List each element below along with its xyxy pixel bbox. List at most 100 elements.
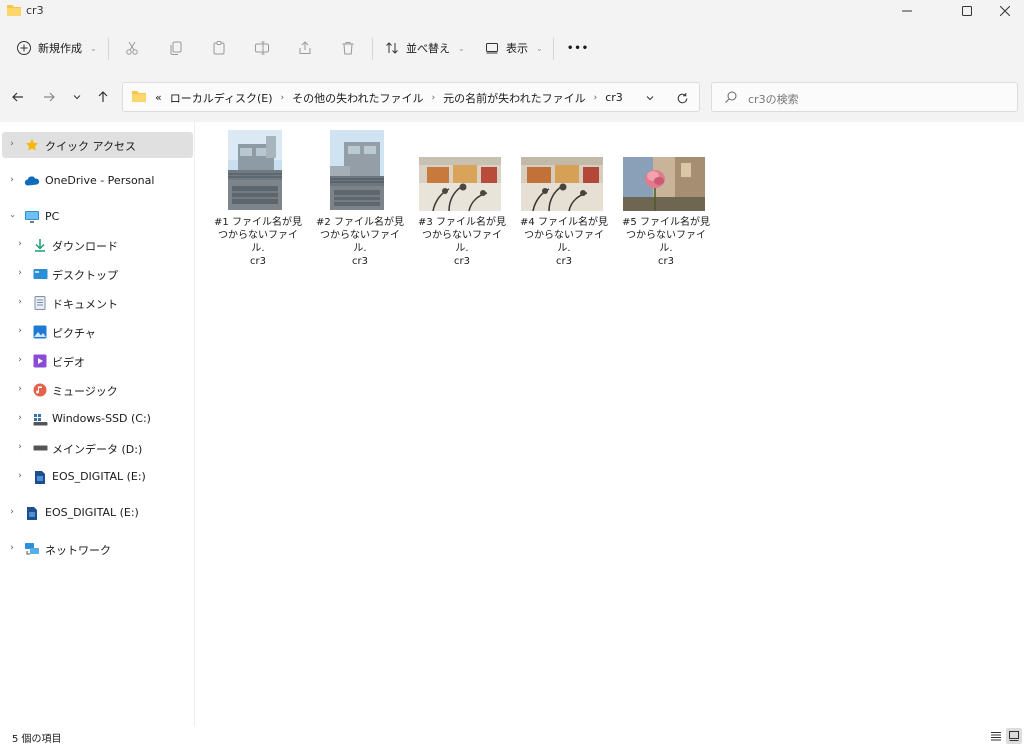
new-label: 新規作成 (38, 42, 82, 55)
item-count: 5 個の項目 (12, 734, 62, 745)
cut-button[interactable] (120, 36, 144, 60)
music-icon (32, 382, 48, 398)
arrow-left-icon (12, 92, 23, 102)
rename-button[interactable] (250, 36, 274, 60)
divider (372, 38, 373, 60)
chevron-down-icon: ⌄ (536, 43, 543, 53)
nav-eos-digital-pc[interactable]: › EOS_DIGITAL (E:) (2, 464, 193, 490)
search-box[interactable]: cr3の検索 (711, 82, 1018, 112)
chevron-right-icon[interactable]: › (14, 471, 26, 481)
thumbnail-wall (521, 157, 603, 211)
status-bar: 5 個の項目 (0, 726, 1024, 746)
more-icon: ••• (567, 42, 590, 54)
chevron-right-icon[interactable]: › (14, 268, 26, 278)
address-history-button[interactable] (641, 89, 659, 107)
nav-eos-digital[interactable]: › EOS_DIGITAL (E:) (2, 500, 193, 526)
nav-pc[interactable]: › PC (2, 204, 193, 230)
chevron-down-icon (646, 96, 654, 101)
nav-videos[interactable]: › ビデオ (2, 348, 193, 374)
list-view-icon (991, 732, 1001, 741)
file-item[interactable]: #5 ファイル名が見 つからないファイル. cr3 (620, 130, 712, 267)
download-icon (32, 237, 48, 253)
paste-button[interactable] (207, 36, 231, 60)
breadcrumb-item[interactable]: その他の失われたファイル (292, 90, 423, 106)
nav-label: OneDrive - Personal (45, 174, 155, 187)
chevron-right-icon[interactable]: › (14, 326, 26, 336)
breadcrumb-item[interactable]: 元の名前が失われたファイル (443, 90, 585, 106)
share-icon (299, 41, 311, 54)
star-icon (24, 137, 40, 153)
nav-documents[interactable]: › ドキュメント (2, 290, 193, 316)
close-button[interactable] (982, 0, 1024, 22)
breadcrumb-item[interactable]: cr3 (605, 91, 623, 104)
chevron-right-icon[interactable]: › (14, 297, 26, 307)
chevron-right-icon[interactable]: › (14, 239, 26, 249)
file-item[interactable]: #1 ファイル名が見 つからないファイル. cr3 (212, 130, 304, 267)
forward-button[interactable] (38, 86, 60, 108)
nav-network[interactable]: › ネットワーク (2, 536, 193, 562)
address-bar[interactable]: « ローカルディスク(E) › その他の失われたファイル › 元の名前が失われた… (122, 82, 700, 112)
nav-onedrive[interactable]: › OneDrive - Personal (2, 168, 193, 194)
nav-downloads[interactable]: › ダウンロード (2, 232, 193, 258)
nav-windows-ssd[interactable]: › Windows-SSD (C:) (2, 406, 193, 432)
nav-desktop[interactable]: › デスクトップ (2, 261, 193, 287)
sort-label: 並べ替え (406, 42, 450, 55)
copy-button[interactable] (164, 36, 188, 60)
breadcrumb-overflow[interactable]: « (155, 91, 162, 104)
chevron-right-icon[interactable]: › (14, 413, 26, 423)
more-button[interactable]: ••• (567, 36, 589, 60)
recent-locations-button[interactable] (66, 86, 88, 108)
delete-button[interactable] (336, 36, 360, 60)
folder-icon (131, 89, 147, 106)
chevron-right-icon[interactable]: › (281, 93, 285, 103)
nav-label: Windows-SSD (C:) (52, 412, 151, 425)
file-item[interactable]: #3 ファイル名が見 つからないファイル. cr3 (416, 130, 508, 267)
chevron-right-icon[interactable]: › (14, 384, 26, 394)
view-button[interactable]: 表示 ⌄ (484, 36, 543, 60)
file-item[interactable]: #2 ファイル名が見 つからないファイル. cr3 (314, 130, 406, 267)
file-name: #3 ファイル名が見 つからないファイル. cr3 (418, 217, 506, 267)
sort-button[interactable]: 並べ替え ⌄ (384, 36, 465, 60)
minimize-icon (902, 10, 912, 12)
thumbnail-building (228, 130, 282, 210)
nav-label: ダウンロード (52, 240, 118, 253)
nav-drive-d[interactable]: › メインデータ (D:) (2, 435, 193, 461)
new-button[interactable]: 新規作成 ⌄ (16, 36, 97, 60)
chevron-right-icon[interactable]: › (432, 93, 436, 103)
refresh-button[interactable] (673, 89, 691, 107)
copy-icon (170, 41, 182, 55)
large-icons-view-button[interactable] (1006, 728, 1022, 744)
nav-label: EOS_DIGITAL (E:) (52, 470, 146, 483)
chevron-right-icon[interactable]: › (6, 507, 18, 517)
file-item[interactable]: #4 ファイル名が見 つからないファイル. cr3 (518, 130, 610, 267)
drive-icon (32, 440, 48, 456)
file-name: #1 ファイル名が見 つからないファイル. cr3 (214, 217, 302, 267)
nav-label: PC (45, 210, 60, 223)
search-placeholder: cr3の検索 (748, 93, 799, 106)
breadcrumb-item[interactable]: ローカルディスク(E) (170, 90, 273, 106)
file-name: #5 ファイル名が見 つからないファイル. cr3 (622, 217, 710, 267)
minimize-button[interactable] (884, 0, 930, 22)
chevron-right-icon[interactable]: › (6, 175, 18, 185)
nav-label: メインデータ (D:) (52, 443, 143, 456)
chevron-down-icon[interactable]: › (7, 210, 17, 222)
network-icon (24, 541, 40, 557)
nav-music[interactable]: › ミュージック (2, 377, 193, 403)
nav-quick-access[interactable]: › クイック アクセス (2, 132, 193, 158)
details-view-button[interactable] (988, 728, 1004, 744)
chevron-right-icon[interactable]: › (14, 442, 26, 452)
view-icon (486, 43, 498, 54)
nav-pictures[interactable]: › ピクチャ (2, 319, 193, 345)
sort-icon (386, 42, 398, 54)
window-title: cr3 (26, 4, 44, 17)
chevron-right-icon[interactable]: › (594, 93, 598, 103)
share-button[interactable] (293, 36, 317, 60)
file-name: #4 ファイル名が見 つからないファイル. cr3 (520, 217, 608, 267)
chevron-down-icon: ⌄ (90, 43, 97, 53)
chevron-right-icon[interactable]: › (14, 355, 26, 365)
chevron-right-icon[interactable]: › (6, 139, 18, 149)
chevron-right-icon[interactable]: › (6, 543, 18, 553)
thumbnail-rose (623, 157, 705, 211)
up-button[interactable] (92, 86, 114, 108)
back-button[interactable] (7, 86, 29, 108)
